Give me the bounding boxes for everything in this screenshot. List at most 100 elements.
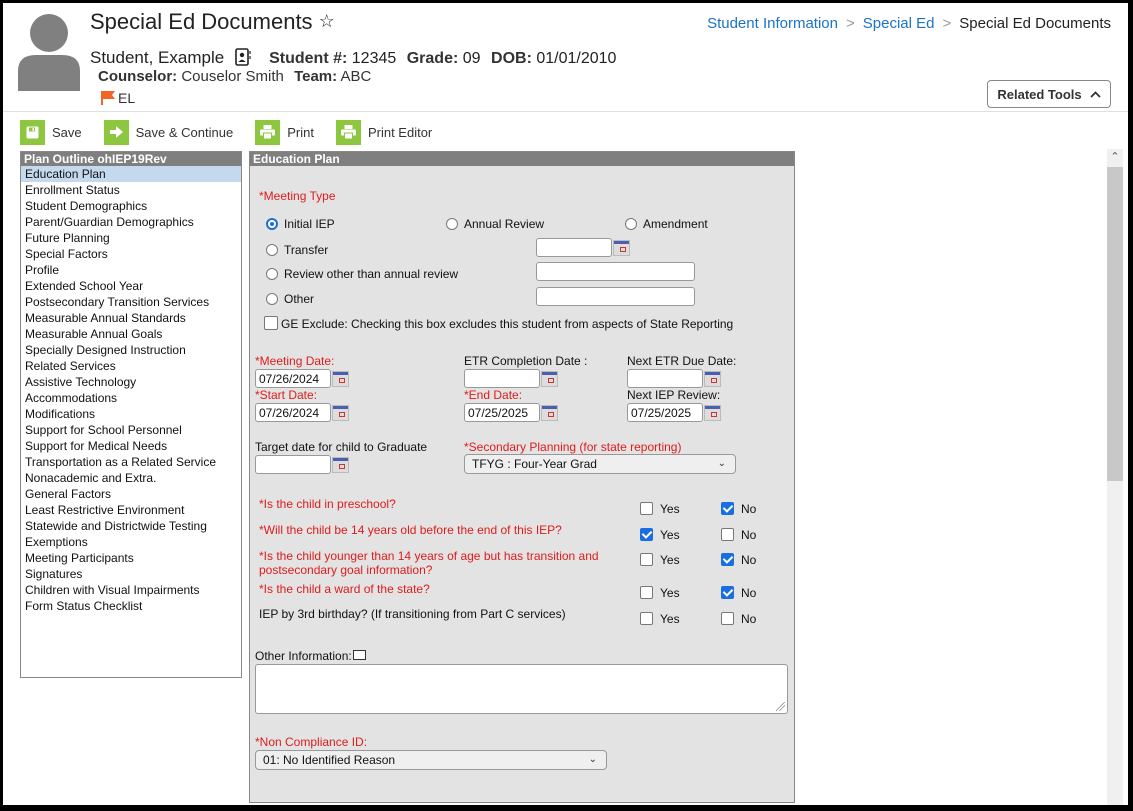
checkbox[interactable] (640, 586, 653, 599)
checkbox[interactable] (640, 528, 653, 541)
end-date-input[interactable]: 07/25/2025 (464, 403, 540, 422)
outline-item[interactable]: Future Planning (21, 230, 241, 246)
outline-item[interactable]: Children with Visual Impairments (21, 582, 241, 598)
ge-exclude-checkbox[interactable]: GE Exclude: Checking this box excludes t… (264, 316, 733, 331)
radio-initial-iep[interactable]: Initial IEP (266, 217, 335, 231)
non-compliance-select[interactable]: 01: No Identified Reason ⌄ (255, 750, 607, 770)
question-yes-checkbox[interactable]: Yes (640, 553, 680, 567)
calendar-icon[interactable] (541, 371, 558, 387)
checkbox[interactable] (721, 586, 734, 599)
radio-review-other[interactable]: Review other than annual review (266, 267, 458, 281)
outline-item[interactable]: Support for School Personnel (21, 422, 241, 438)
calendar-icon[interactable] (541, 405, 558, 421)
outline-item[interactable]: Meeting Participants (21, 550, 241, 566)
calendar-icon[interactable] (332, 457, 349, 473)
checkbox[interactable] (721, 502, 734, 515)
resize-handle-icon[interactable] (776, 702, 785, 711)
page-scrollbar[interactable]: ⌃ (1107, 149, 1123, 805)
outline-item[interactable]: Special Factors (21, 246, 241, 262)
question-no-checkbox[interactable]: No (721, 502, 756, 516)
question-yes-checkbox[interactable]: Yes (640, 612, 680, 626)
checkbox[interactable] (721, 553, 734, 566)
print-editor-button[interactable]: Print Editor (335, 119, 432, 145)
outline-item[interactable]: Least Restrictive Environment (21, 502, 241, 518)
outline-item[interactable]: Support for Medical Needs (21, 438, 241, 454)
radio-amendment[interactable]: Amendment (625, 217, 708, 231)
outline-item[interactable]: Statewide and Districtwide Testing (21, 518, 241, 534)
question-yes-checkbox[interactable]: Yes (640, 502, 680, 516)
calendar-icon[interactable] (613, 240, 630, 256)
save-continue-button[interactable]: Save & Continue (103, 119, 233, 145)
other-info-textarea[interactable] (255, 664, 788, 714)
radio-button[interactable] (625, 218, 637, 230)
question-yes-checkbox[interactable]: Yes (640, 528, 680, 542)
outline-item[interactable]: Profile (21, 262, 241, 278)
radio-button[interactable] (446, 218, 458, 230)
outline-item[interactable]: Transportation as a Related Service (21, 454, 241, 470)
review-other-input[interactable] (536, 262, 695, 281)
next-etr-input[interactable] (627, 369, 703, 388)
question-no-checkbox[interactable]: No (721, 528, 756, 542)
star-outline-icon[interactable]: ☆ (319, 11, 335, 31)
secondary-planning-select[interactable]: TFYG : Four-Year Grad ⌄ (464, 454, 736, 474)
radio-other[interactable]: Other (266, 292, 314, 306)
breadcrumb-student-information[interactable]: Student Information (707, 15, 838, 32)
outline-item[interactable]: Postsecondary Transition Services (21, 294, 241, 310)
radio-button[interactable] (266, 293, 278, 305)
start-date-input[interactable]: 07/26/2024 (255, 403, 331, 422)
counselor-line: Counselor: Couselor Smith Team: ABC (98, 68, 377, 85)
question-no-checkbox[interactable]: No (721, 553, 756, 567)
checkbox[interactable] (721, 612, 734, 625)
outline-item[interactable]: Assistive Technology (21, 374, 241, 390)
outline-item[interactable]: Education Plan (21, 166, 241, 182)
breadcrumb-special-ed[interactable]: Special Ed (863, 15, 935, 32)
outline-item[interactable]: Parent/Guardian Demographics (21, 214, 241, 230)
radio-button[interactable] (266, 268, 278, 280)
save-button[interactable]: Save (20, 119, 82, 145)
question-no-checkbox[interactable]: No (721, 612, 756, 626)
outline-item[interactable]: Student Demographics (21, 198, 241, 214)
contact-card-icon[interactable] (234, 48, 251, 66)
scroll-thumb[interactable] (1107, 167, 1123, 481)
outline-item[interactable]: Specially Designed Instruction (21, 342, 241, 358)
checkbox[interactable] (640, 612, 653, 625)
outline-item[interactable]: Exemptions (21, 534, 241, 550)
scroll-up-icon[interactable]: ⌃ (1107, 149, 1123, 165)
calendar-icon[interactable] (332, 371, 349, 387)
outline-item[interactable]: General Factors (21, 486, 241, 502)
app-window: Special Ed Documents ☆ Student, Example S… (3, 3, 1128, 805)
outline-item[interactable]: Signatures (21, 566, 241, 582)
outline-item[interactable]: Accommodations (21, 390, 241, 406)
related-tools-button[interactable]: Related Tools (987, 80, 1111, 108)
checkbox[interactable] (264, 316, 278, 330)
checkbox[interactable] (721, 528, 734, 541)
transfer-date-input[interactable] (536, 238, 612, 257)
outline-item[interactable]: Extended School Year (21, 278, 241, 294)
program-flag[interactable]: EL (101, 90, 135, 106)
print-button[interactable]: Print (255, 119, 314, 145)
question-no-checkbox[interactable]: No (721, 586, 756, 600)
checkbox[interactable] (640, 553, 653, 566)
calendar-icon[interactable] (704, 405, 721, 421)
radio-button[interactable] (266, 244, 278, 256)
outline-item[interactable]: Enrollment Status (21, 182, 241, 198)
target-grad-input[interactable] (255, 455, 331, 474)
calendar-icon[interactable] (332, 405, 349, 421)
next-iep-input[interactable]: 07/25/2025 (627, 403, 703, 422)
outline-item[interactable]: Nonacademic and Extra. (21, 470, 241, 486)
outline-item[interactable]: Measurable Annual Goals (21, 326, 241, 342)
calendar-icon[interactable] (704, 371, 721, 387)
checkbox[interactable] (640, 502, 653, 515)
radio-annual-review[interactable]: Annual Review (446, 217, 544, 231)
meeting-date-input[interactable]: 07/26/2024 (255, 369, 331, 388)
etr-completion-input[interactable] (464, 369, 540, 388)
note-icon[interactable] (352, 650, 366, 660)
outline-item[interactable]: Measurable Annual Standards (21, 310, 241, 326)
outline-item[interactable]: Related Services (21, 358, 241, 374)
radio-button[interactable] (266, 218, 278, 230)
question-yes-checkbox[interactable]: Yes (640, 586, 680, 600)
other-input[interactable] (536, 287, 695, 306)
radio-transfer[interactable]: Transfer (266, 243, 328, 257)
outline-item[interactable]: Form Status Checklist (21, 598, 241, 614)
outline-item[interactable]: Modifications (21, 406, 241, 422)
